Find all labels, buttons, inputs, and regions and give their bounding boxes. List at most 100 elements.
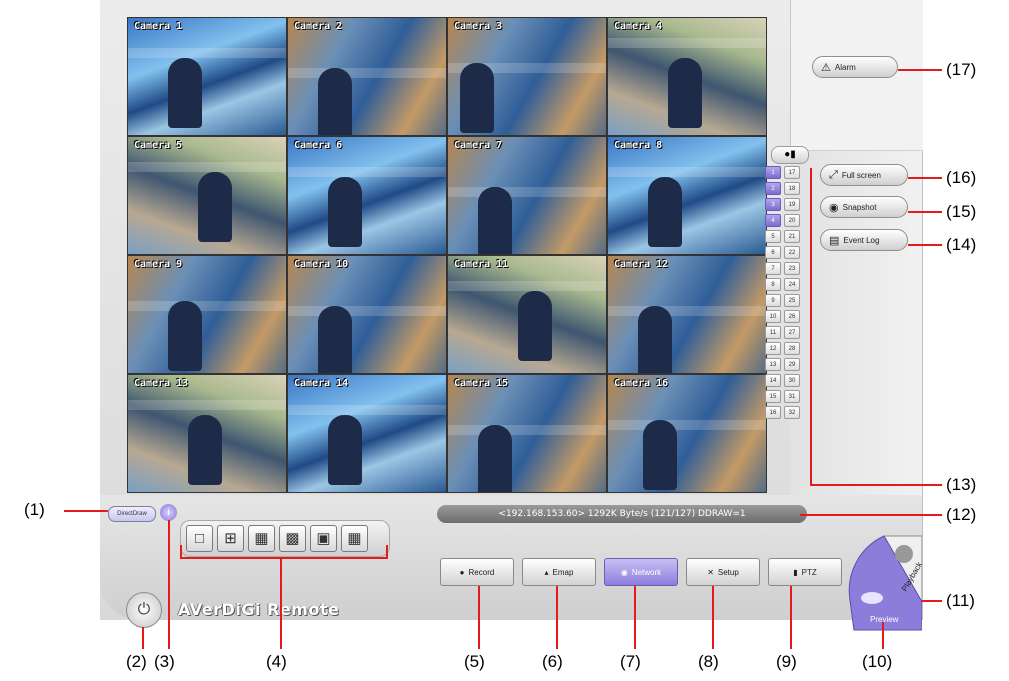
channel-row: 16 32 (765, 406, 807, 419)
alarm-button[interactable]: ⚠ Alarm (812, 56, 898, 78)
camera-label: Camera 10 (294, 259, 349, 270)
channel-button[interactable]: 21 (784, 230, 800, 243)
channel-button[interactable]: 28 (784, 342, 800, 355)
record-button[interactable]: ● Record (440, 558, 514, 586)
channel-button[interactable]: 25 (784, 294, 800, 307)
layout-1-icon[interactable]: □ (186, 525, 213, 552)
channel-button[interactable]: 19 (784, 198, 800, 211)
channel-row: 9 25 (765, 294, 807, 307)
layout-6-icon[interactable]: ▣ (310, 525, 337, 552)
channel-row: 2 18 (765, 182, 807, 195)
camera-view[interactable]: Camera 12 (607, 255, 767, 374)
camera-label: Camera 4 (614, 21, 663, 32)
channel-row: 4 20 (765, 214, 807, 227)
channel-button[interactable]: 18 (784, 182, 800, 195)
emap-label: Emap (552, 567, 574, 577)
channel-button[interactable]: 29 (784, 358, 800, 371)
callout-line (180, 557, 388, 559)
layout-16-icon[interactable]: ▩ (279, 525, 306, 552)
callout-label: (16) (946, 168, 977, 187)
channel-button[interactable]: 8 (765, 278, 781, 291)
channel-row: 7 23 (765, 262, 807, 275)
layout-9-icon[interactable]: ▦ (248, 525, 275, 552)
channel-button[interactable]: 4 (765, 214, 781, 227)
channel-button[interactable]: 31 (784, 390, 800, 403)
channel-row: 10 26 (765, 310, 807, 323)
camera-view[interactable]: Camera 10 (287, 255, 447, 374)
camera-view[interactable]: Camera 8 (607, 136, 767, 255)
record-toggle-icon[interactable]: ●▮ (771, 146, 809, 164)
camera-view[interactable]: Camera 16 (607, 374, 767, 493)
channel-selector: 1 17 2 18 3 19 4 20 5 21 6 22 7 23 8 24 9 25 10 26 11 27 12 28 1… (765, 166, 807, 422)
callout-line (168, 520, 170, 649)
layout-13-icon[interactable]: ▦ (341, 525, 368, 552)
power-button[interactable]: ⏻ (126, 592, 162, 628)
channel-button[interactable]: 1 (765, 166, 781, 179)
channel-button[interactable]: 22 (784, 246, 800, 259)
callout-label: (15) (946, 202, 977, 221)
channel-button[interactable]: 9 (765, 294, 781, 307)
channel-button[interactable]: 24 (784, 278, 800, 291)
record-icon: ● (459, 567, 465, 577)
callout-line (810, 168, 812, 485)
callout-label: (2) (126, 652, 147, 671)
camera-label: Camera 7 (454, 140, 503, 151)
camera-view[interactable]: Camera 14 (287, 374, 447, 493)
channel-button[interactable]: 17 (784, 166, 800, 179)
callout-label: (14) (946, 235, 977, 254)
camera-view[interactable]: Camera 13 (127, 374, 287, 493)
channel-button[interactable]: 11 (765, 326, 781, 339)
channel-button[interactable]: 14 (765, 374, 781, 387)
setup-label: Setup (717, 567, 739, 577)
mode-dial[interactable]: Playback Preview (844, 530, 922, 635)
callout-label: (9) (776, 652, 797, 671)
ptz-button[interactable]: ▮ PTZ (768, 558, 842, 586)
channel-button[interactable]: 5 (765, 230, 781, 243)
camera-view[interactable]: Camera 7 (447, 136, 607, 255)
info-icon[interactable]: i (160, 504, 177, 521)
callout-label: (1) (24, 500, 45, 519)
channel-button[interactable]: 32 (784, 406, 800, 419)
callout-line (908, 177, 942, 179)
callout-label: (12) (946, 505, 977, 524)
channel-button[interactable]: 15 (765, 390, 781, 403)
fullscreen-button[interactable]: ⤢ Full screen (820, 164, 908, 186)
camera-view[interactable]: Camera 4 (607, 17, 767, 136)
callout-line (386, 545, 388, 558)
channel-button[interactable]: 10 (765, 310, 781, 323)
callout-line (908, 244, 942, 246)
channel-button[interactable]: 16 (765, 406, 781, 419)
camera-label: Camera 15 (454, 378, 509, 389)
snapshot-button[interactable]: ◉ Snapshot (820, 196, 908, 218)
channel-button[interactable]: 30 (784, 374, 800, 387)
channel-button[interactable]: 26 (784, 310, 800, 323)
channel-row: 13 29 (765, 358, 807, 371)
channel-button[interactable]: 12 (765, 342, 781, 355)
channel-button[interactable]: 23 (784, 262, 800, 275)
channel-button[interactable]: 20 (784, 214, 800, 227)
emap-button[interactable]: ▴ Emap (522, 558, 596, 586)
channel-button[interactable]: 2 (765, 182, 781, 195)
event-log-button[interactable]: ▤ Event Log (820, 229, 908, 251)
camera-label: Camera 11 (454, 259, 509, 270)
camera-view[interactable]: Camera 11 (447, 255, 607, 374)
directdraw-button[interactable]: DirectDraw (108, 506, 156, 522)
camera-view[interactable]: Camera 5 (127, 136, 287, 255)
camera-view[interactable]: Camera 3 (447, 17, 607, 136)
channel-button[interactable]: 13 (765, 358, 781, 371)
camera-view[interactable]: Camera 2 (287, 17, 447, 136)
channel-button[interactable]: 6 (765, 246, 781, 259)
setup-button[interactable]: ✕ Setup (686, 558, 760, 586)
channel-button[interactable]: 27 (784, 326, 800, 339)
network-button[interactable]: ◉ Network (604, 558, 678, 586)
camera-view[interactable]: Camera 1 (127, 17, 287, 136)
camera-view[interactable]: Camera 9 (127, 255, 287, 374)
channel-button[interactable]: 7 (765, 262, 781, 275)
layout-4-icon[interactable]: ⊞ (217, 525, 244, 552)
channel-button[interactable]: 3 (765, 198, 781, 211)
channel-row: 12 28 (765, 342, 807, 355)
camera-view[interactable]: Camera 15 (447, 374, 607, 493)
camera-label: Camera 14 (294, 378, 349, 389)
camera-view[interactable]: Camera 6 (287, 136, 447, 255)
callout-label: (7) (620, 652, 641, 671)
